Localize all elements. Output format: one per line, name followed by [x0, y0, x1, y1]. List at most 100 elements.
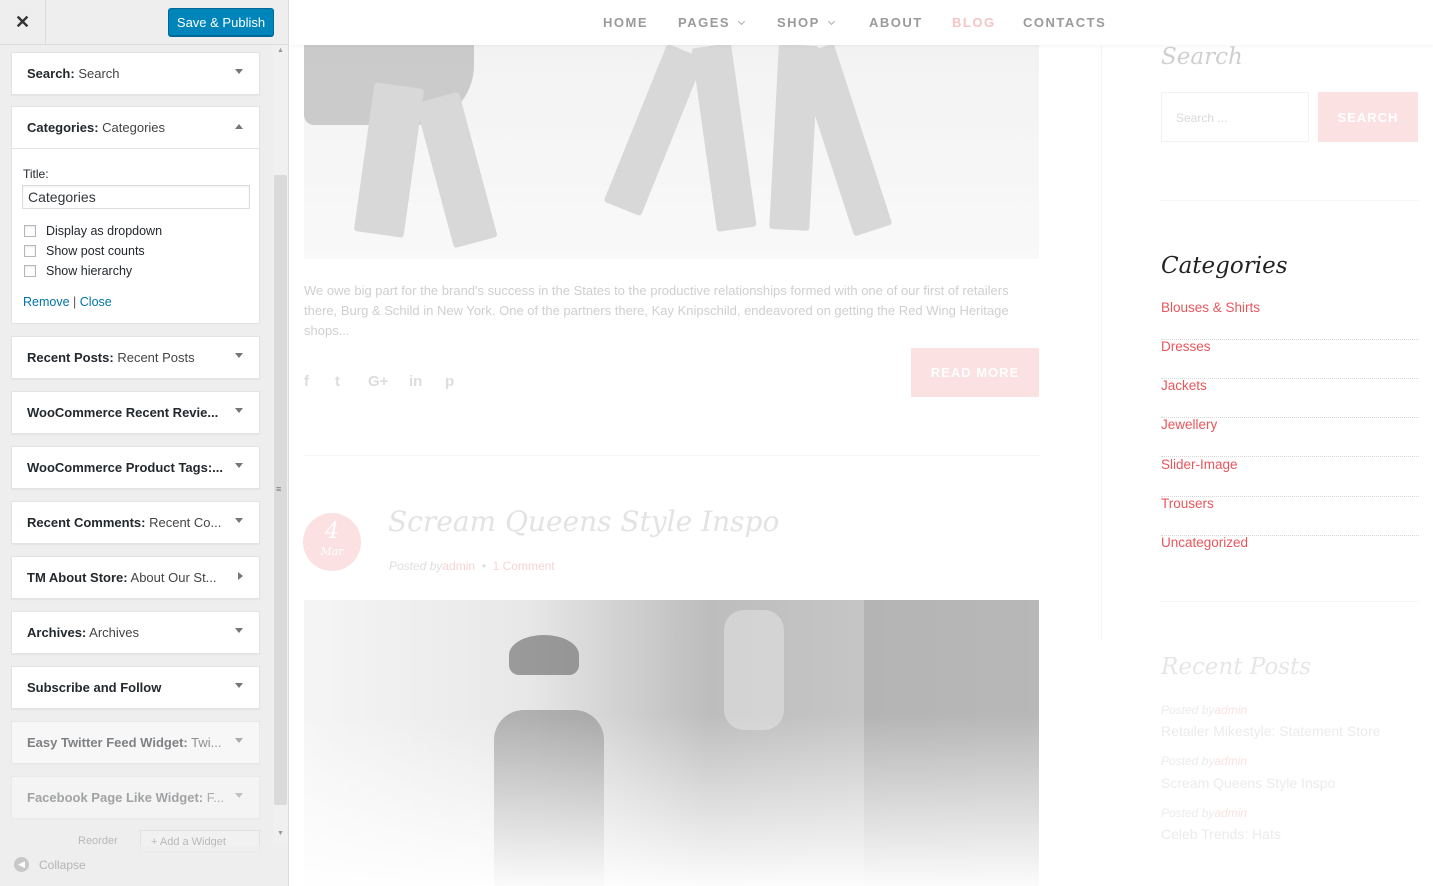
widget-categories-header[interactable]: Categories: Categories [12, 107, 259, 149]
post-meta: Posted byadmin • 1 Comment [389, 559, 555, 573]
widget-type: Archives: [27, 625, 87, 640]
post-comments-link[interactable]: 1 Comment [493, 559, 555, 573]
show-hierarchy-checkbox-row[interactable]: Show hierarchy [24, 264, 132, 278]
category-link[interactable]: Uncategorized [1161, 535, 1419, 575]
sidebar-search-input[interactable]: Search ... [1161, 92, 1309, 142]
recent-post-meta: Posted byadmin [1161, 806, 1247, 820]
post-date-badge: 4 Mar [303, 513, 361, 571]
recent-post-title[interactable]: Celeb Trends: Hats [1161, 826, 1281, 842]
display-dropdown-checkbox[interactable] [24, 225, 36, 237]
facebook-icon[interactable]: f [304, 373, 309, 390]
show-post-counts-checkbox-row[interactable]: Show post counts [24, 244, 145, 258]
nav-blog[interactable]: BLOG [952, 15, 996, 30]
collapse-label[interactable]: Collapse [39, 858, 86, 872]
widget-title: Recent Co... [149, 515, 222, 530]
post-author-link[interactable]: admin [1214, 703, 1247, 717]
widget-tm-about-store[interactable]: TM About Store: About Our St... [11, 556, 260, 599]
title-input[interactable] [22, 185, 250, 209]
widget-title: Categories [102, 120, 166, 135]
collapse-arrow-icon[interactable] [235, 124, 243, 129]
category-link[interactable]: Blouses & Shirts [1161, 300, 1419, 340]
widget-archives[interactable]: Archives: Archives [11, 611, 260, 654]
expand-arrow-right-icon[interactable] [238, 572, 243, 580]
checkbox-label: Display as dropdown [46, 224, 163, 238]
widget-recent-posts[interactable]: Recent Posts: Recent Posts [11, 336, 260, 379]
post-featured-image[interactable] [304, 45, 1039, 259]
show-post-counts-checkbox[interactable] [24, 245, 36, 257]
site-preview: HOME PAGES SHOP ABOUT BLOG CONTACTS We o… [289, 0, 1433, 886]
widget-type: Subscribe and Follow [27, 680, 162, 695]
expand-arrow-icon[interactable] [235, 628, 243, 633]
widget-facebook-page-like[interactable]: Facebook Page Like Widget: F... [11, 776, 260, 819]
linkedin-icon[interactable]: in [409, 373, 422, 390]
recent-post-title[interactable]: Retailer Mikestyle: Statement Store [1161, 723, 1380, 739]
widget-type: TM About Store: [27, 570, 128, 585]
widget-easy-twitter-feed[interactable]: Easy Twitter Feed Widget: Twi... [11, 721, 260, 764]
scrollbar-grip-icon: ≡ [276, 484, 282, 494]
save-publish-button[interactable]: Save & Publish [168, 8, 274, 36]
posted-by-label: Posted by [1161, 703, 1215, 717]
widget-categories: Categories: Categories Title: Display as… [11, 106, 260, 324]
nav-about[interactable]: ABOUT [869, 15, 923, 30]
post-title[interactable]: Scream Queens Style Inspo [388, 505, 779, 538]
expand-arrow-icon[interactable] [235, 408, 243, 413]
widget-woocommerce-product-tags[interactable]: WooCommerce Product Tags:... [11, 446, 260, 489]
nav-shop-label: SHOP [777, 15, 820, 30]
post-divider [304, 455, 1039, 456]
scroll-up-arrow-icon[interactable]: ▲ [277, 47, 284, 54]
read-more-button[interactable]: READ MORE [911, 348, 1039, 397]
twitter-icon[interactable]: t [335, 373, 340, 390]
post-author-link[interactable]: admin [1214, 806, 1247, 820]
meta-bullet: • [481, 559, 486, 573]
widget-type: Recent Posts: [27, 350, 114, 365]
expand-arrow-icon[interactable] [235, 353, 243, 358]
widget-actions: Remove | Close [23, 295, 112, 309]
expand-arrow-icon[interactable] [235, 793, 243, 798]
expand-arrow-icon[interactable] [235, 518, 243, 523]
category-link[interactable]: Slider-Image [1161, 457, 1419, 497]
post-author-link[interactable]: admin [442, 559, 475, 573]
widget-search[interactable]: Search: Search [11, 52, 260, 95]
post-excerpt: We owe big part for the brand's success … [304, 283, 1009, 338]
remove-widget-link[interactable]: Remove [23, 295, 70, 309]
google-plus-icon[interactable]: G+ [368, 373, 388, 390]
nav-shop[interactable]: SHOP [777, 15, 835, 30]
widget-recent-comments[interactable]: Recent Comments: Recent Co... [11, 501, 260, 544]
recent-post-meta: Posted byadmin [1161, 703, 1247, 717]
section-divider [1161, 200, 1419, 201]
widget-subscribe-follow[interactable]: Subscribe and Follow [11, 666, 260, 709]
recent-post-title[interactable]: Scream Queens Style Inspo [1161, 775, 1335, 791]
nav-contacts[interactable]: CONTACTS [1023, 15, 1106, 30]
post-featured-image[interactable] [304, 600, 1039, 886]
widget-type: Facebook Page Like Widget: [27, 790, 204, 805]
expand-arrow-icon[interactable] [235, 683, 243, 688]
display-dropdown-checkbox-row[interactable]: Display as dropdown [24, 224, 162, 238]
widget-type: WooCommerce Product Tags:... [27, 460, 223, 475]
collapse-arrow-icon[interactable]: ◀ [14, 857, 29, 872]
sidebar-divider [1101, 45, 1102, 640]
scroll-down-arrow-icon[interactable]: ▼ [277, 830, 284, 837]
sidebar-search-button[interactable]: SEARCH [1318, 92, 1418, 142]
post-author-link[interactable]: admin [1214, 754, 1247, 768]
expand-arrow-icon[interactable] [235, 463, 243, 468]
close-widget-link[interactable]: Close [80, 295, 112, 309]
show-hierarchy-checkbox[interactable] [24, 265, 36, 277]
main-navigation: HOME PAGES SHOP ABOUT BLOG CONTACTS [289, 0, 1433, 45]
widget-woocommerce-recent-reviews[interactable]: WooCommerce Recent Revie... [11, 391, 260, 434]
nav-pages[interactable]: PAGES [678, 15, 746, 30]
posted-by-label: Posted by [1161, 754, 1215, 768]
expand-arrow-icon[interactable] [235, 738, 243, 743]
pinterest-icon[interactable]: p [445, 373, 454, 390]
close-customizer-button[interactable]: ✕ [0, 0, 46, 45]
widget-title: F... [206, 790, 225, 805]
post-month: Mar [320, 545, 344, 558]
category-link[interactable]: Jackets [1161, 378, 1419, 418]
category-link[interactable]: Dresses [1161, 339, 1419, 379]
category-link[interactable]: Trousers [1161, 496, 1419, 536]
expand-arrow-icon[interactable] [235, 69, 243, 74]
section-divider [1161, 601, 1419, 602]
category-link[interactable]: Jewellery [1161, 417, 1419, 457]
widget-type: Easy Twitter Feed Widget: [27, 735, 188, 750]
nav-home[interactable]: HOME [603, 15, 648, 30]
checkbox-label: Show hierarchy [46, 264, 133, 278]
